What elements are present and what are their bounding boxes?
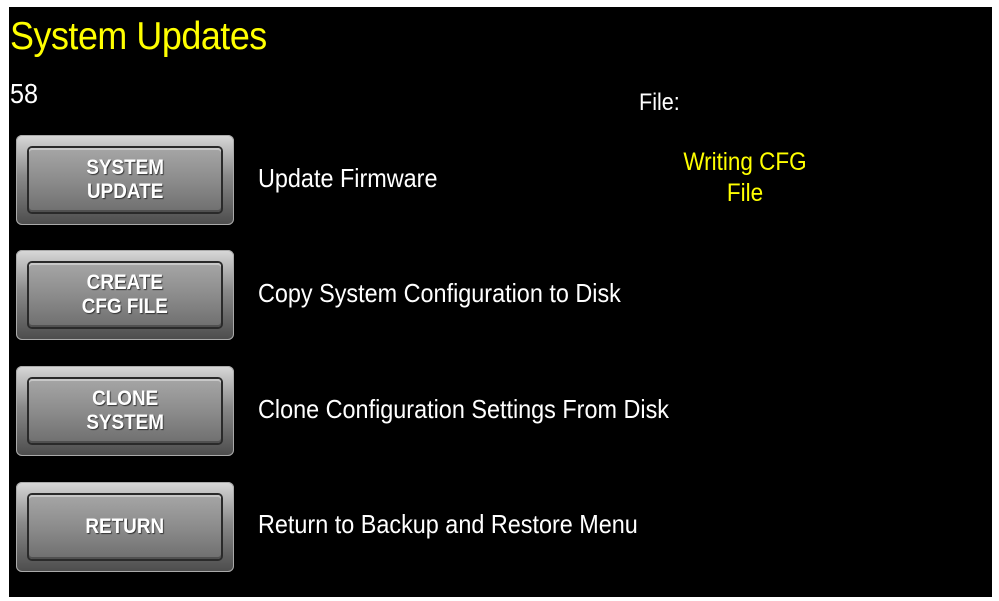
clone-config-description: Clone Configuration Settings From Disk (258, 394, 669, 424)
system-update-button[interactable]: SYSTEM UPDATE (16, 135, 234, 225)
create-cfg-file-button-face[interactable]: CREATE CFG FILE (29, 263, 221, 327)
create-cfg-file-button[interactable]: CREATE CFG FILE (16, 250, 234, 340)
return-button[interactable]: RETURN (16, 482, 234, 572)
file-status: Writing CFG File (683, 148, 807, 207)
clone-system-button-face[interactable]: CLONE SYSTEM (29, 379, 221, 443)
copy-config-description: Copy System Configuration to Disk (258, 278, 621, 308)
update-firmware-description: Update Firmware (258, 163, 438, 193)
file-label: File: (639, 89, 680, 116)
return-button-face[interactable]: RETURN (29, 495, 221, 559)
clone-system-button-label: CLONE SYSTEM (86, 387, 164, 434)
page-title: System Updates (10, 15, 267, 58)
return-menu-description: Return to Backup and Restore Menu (258, 509, 638, 539)
clone-system-button[interactable]: CLONE SYSTEM (16, 366, 234, 456)
system-update-button-face[interactable]: SYSTEM UPDATE (29, 148, 221, 212)
system-updates-screen: System Updates 58 File: Writing CFG File… (9, 7, 992, 597)
counter-value: 58 (10, 78, 39, 109)
create-cfg-file-button-label: CREATE CFG FILE (81, 271, 169, 318)
return-button-label: RETURN (85, 515, 165, 538)
system-update-button-label: SYSTEM UPDATE (86, 156, 164, 203)
